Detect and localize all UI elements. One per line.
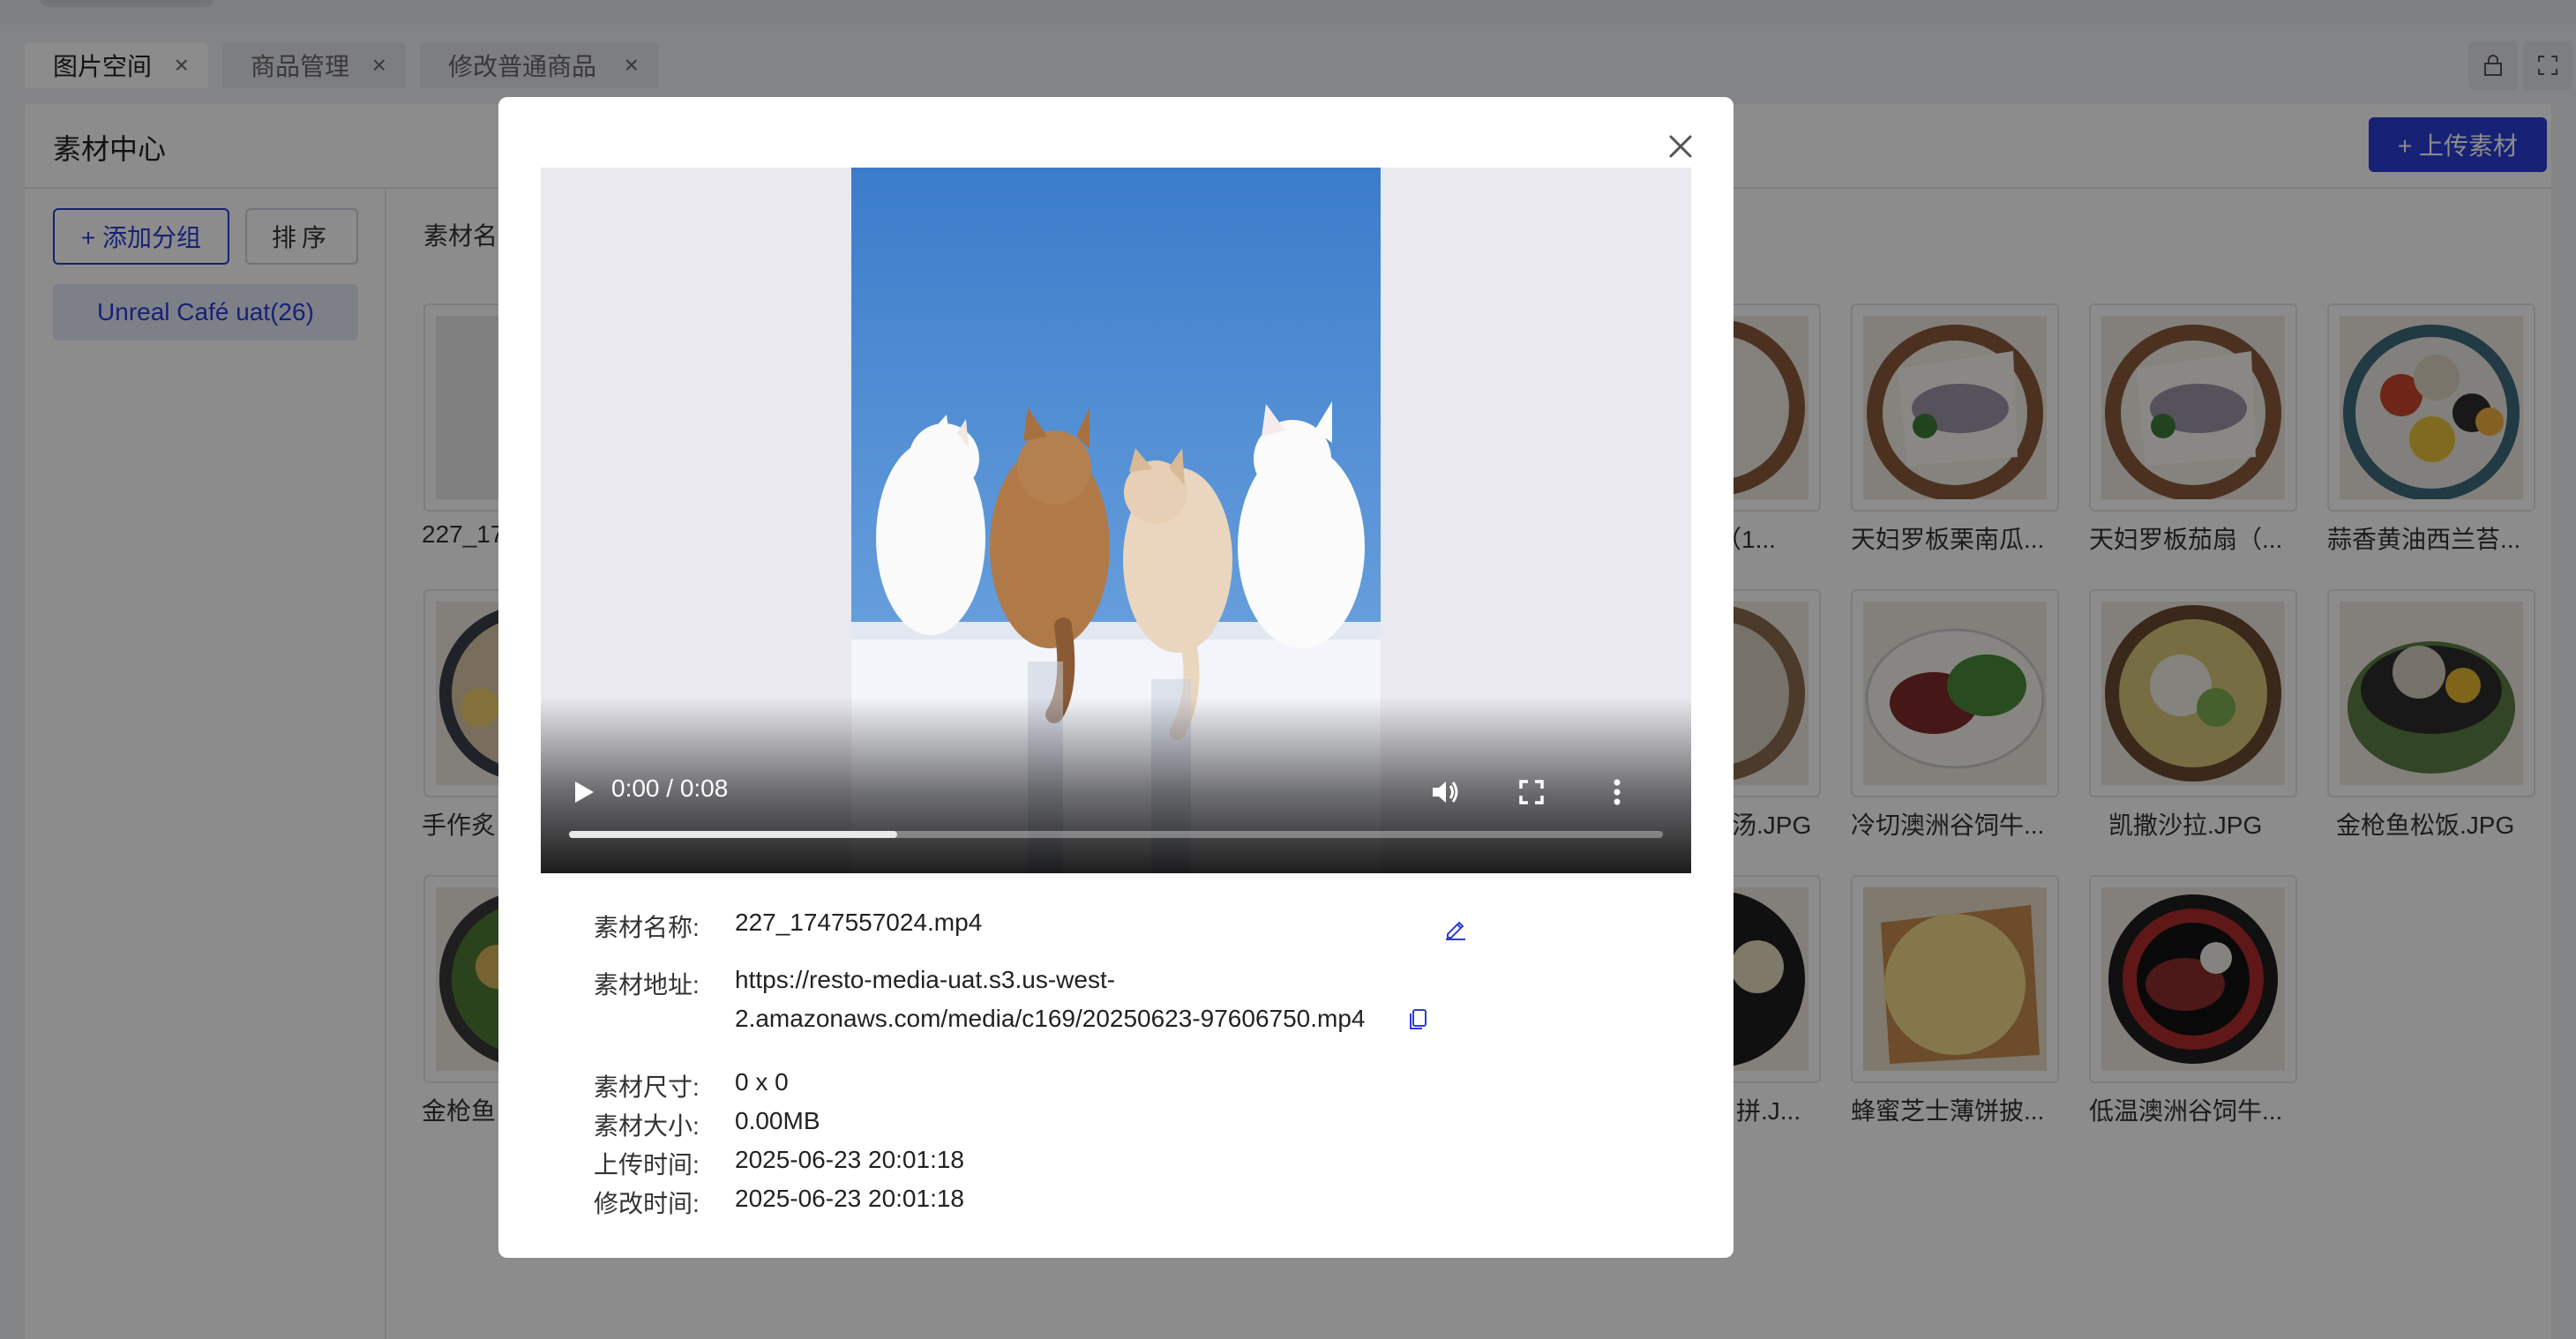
play-icon[interactable] (567, 776, 599, 808)
volume-icon[interactable] (1427, 774, 1463, 810)
material-url-line1: https://resto-media-uat.s3.us-west- (735, 966, 1116, 993)
material-name-label: 素材名称: (594, 914, 700, 941)
material-url-label: 素材地址: (594, 971, 700, 999)
fullscreen-icon[interactable] (1514, 774, 1549, 810)
material-filesize-value: 0.00MB (735, 1107, 820, 1134)
video-time: 0:00 / 0:08 (611, 774, 729, 802)
video-progress-fill (569, 831, 897, 838)
edit-icon[interactable] (1442, 915, 1469, 941)
video-player[interactable]: 0:00 / 0:08 (541, 168, 1691, 873)
material-size-label: 素材尺寸: (594, 1073, 700, 1101)
page: 图片空间 × 商品管理 × 修改普通商品 × 素材中心 + 上传素材 + 添加分… (0, 0, 2576, 1339)
copy-icon[interactable] (1405, 1006, 1432, 1032)
material-url-line2: 2.amazonaws.com/media/c169/20250623-9760… (735, 1005, 1366, 1032)
material-filesize-label: 素材大小: (594, 1112, 700, 1140)
material-size-value: 0 x 0 (735, 1068, 789, 1096)
material-detail-modal: 0:00 / 0:08 素材名称: 227_1747557024.mp4 素材地… (498, 97, 1734, 1258)
video-progress-bar[interactable] (569, 831, 1663, 838)
upload-time-value: 2025-06-23 20:01:18 (735, 1146, 964, 1173)
material-name-value: 227_1747557024.mp4 (735, 909, 983, 936)
modified-time-label: 修改时间: (594, 1190, 700, 1217)
close-icon[interactable] (1663, 129, 1698, 164)
modified-time-value: 2025-06-23 20:01:18 (735, 1185, 964, 1212)
upload-time-label: 上传时间: (594, 1151, 700, 1178)
more-vert-icon[interactable] (1599, 774, 1635, 810)
